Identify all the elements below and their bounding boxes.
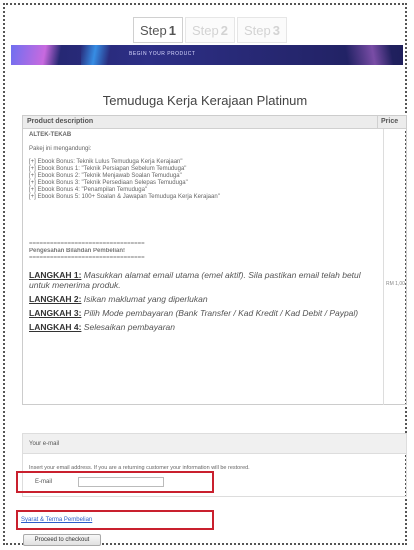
instruction-step-1: LANGKAH 1: Masukkan alamat email utama (… bbox=[29, 270, 377, 290]
product-sku: ALTEK-TEKAB bbox=[29, 132, 72, 138]
package-item: [+] Ebook Bonus: Teknik Lulus Temuduga K… bbox=[29, 159, 183, 165]
step-2-word: Step bbox=[192, 22, 219, 38]
instruction-step-4: LANGKAH 4: Selesaikan pembayaran bbox=[29, 322, 377, 332]
product-table: Product description Price ALTEK-TEKAB Pa… bbox=[22, 115, 407, 405]
checkout-steps: Step 1 Step 2 Step 3 bbox=[133, 17, 289, 43]
step-2-tab[interactable]: Step 2 bbox=[185, 17, 235, 43]
banner-swoosh-decoration bbox=[343, 45, 393, 65]
step-text: Selesaikan pembayaran bbox=[83, 322, 175, 332]
separator-line: ================================= bbox=[29, 255, 145, 261]
header-banner: BEGIN YOUR PRODUCT bbox=[11, 45, 403, 65]
step-label: LANGKAH 1: bbox=[29, 270, 82, 280]
banner-swoosh-decoration bbox=[11, 45, 71, 65]
table-row: ALTEK-TEKAB Pakej ini mengandungi: [+] E… bbox=[23, 129, 406, 405]
product-title: Temuduga Kerja Kerajaan Platinum bbox=[102, 93, 308, 108]
package-item: [+] Ebook Bonus 2: "Teknik Menjawab Soal… bbox=[29, 173, 182, 179]
section-heading: Pengesahan Bilahdan Pembelian! bbox=[29, 248, 126, 254]
package-item: [+] Ebook Bonus 5: 100+ Soalan & Jawapan… bbox=[29, 194, 220, 200]
table-header: Product description Price bbox=[23, 116, 406, 129]
package-intro: Pakej ini mengandungi: bbox=[29, 146, 92, 152]
instruction-step-2: LANGKAH 2: Isikan maklumat yang diperluk… bbox=[29, 294, 377, 304]
banner-swoosh-decoration bbox=[81, 45, 111, 65]
email-label: E-mail bbox=[35, 479, 53, 485]
email-panel-header: Your e-mail bbox=[23, 434, 406, 454]
package-item: [+] Ebook Bonus 3: "Teknik Persediaan Se… bbox=[29, 180, 188, 186]
banner-text: BEGIN YOUR PRODUCT bbox=[129, 51, 196, 57]
product-description-cell: ALTEK-TEKAB Pakej ini mengandungi: [+] E… bbox=[23, 129, 384, 405]
step-label: LANGKAH 3: bbox=[29, 308, 82, 318]
product-price: RM 1,00 bbox=[386, 281, 405, 287]
email-field[interactable] bbox=[78, 477, 164, 487]
step-1-tab[interactable]: Step 1 bbox=[133, 17, 183, 43]
package-item: [+] Ebook Bonus 1: "Teknik Persiapan Seb… bbox=[29, 166, 187, 172]
page-frame: Step 1 Step 2 Step 3 BEGIN YOUR PRODUCT Tem… bbox=[3, 3, 407, 546]
step-text: Isikan maklumat yang diperlukan bbox=[83, 294, 208, 304]
price-cell: RM 1,00 bbox=[384, 129, 406, 405]
email-instructions: Insert your email address. If you are a … bbox=[29, 465, 250, 471]
step-label: LANGKAH 4: bbox=[29, 322, 82, 332]
step-3-tab[interactable]: Step 3 bbox=[237, 17, 287, 43]
proceed-to-checkout-button[interactable]: Proceed to checkout bbox=[23, 534, 101, 546]
instruction-step-3: LANGKAH 3: Pilih Mode pembayaran (Bank T… bbox=[29, 308, 377, 318]
price-column-header: Price bbox=[381, 118, 399, 125]
description-column-header: Product description bbox=[23, 116, 378, 128]
step-text: Pilih Mode pembayaran (Bank Transfer / K… bbox=[83, 308, 359, 318]
step-3-word: Step bbox=[244, 22, 271, 38]
package-item: [+] Ebook Bonus 4: "Penampilan Temuduga" bbox=[29, 187, 148, 193]
step-3-number: 3 bbox=[272, 22, 280, 38]
step-1-word: Step bbox=[140, 22, 167, 38]
terms-link[interactable]: Syarat & Terma Pembelian bbox=[21, 517, 92, 523]
step-2-number: 2 bbox=[220, 22, 228, 38]
step-label: LANGKAH 2: bbox=[29, 294, 82, 304]
step-1-number: 1 bbox=[168, 22, 176, 38]
separator-line: ================================= bbox=[29, 241, 145, 247]
